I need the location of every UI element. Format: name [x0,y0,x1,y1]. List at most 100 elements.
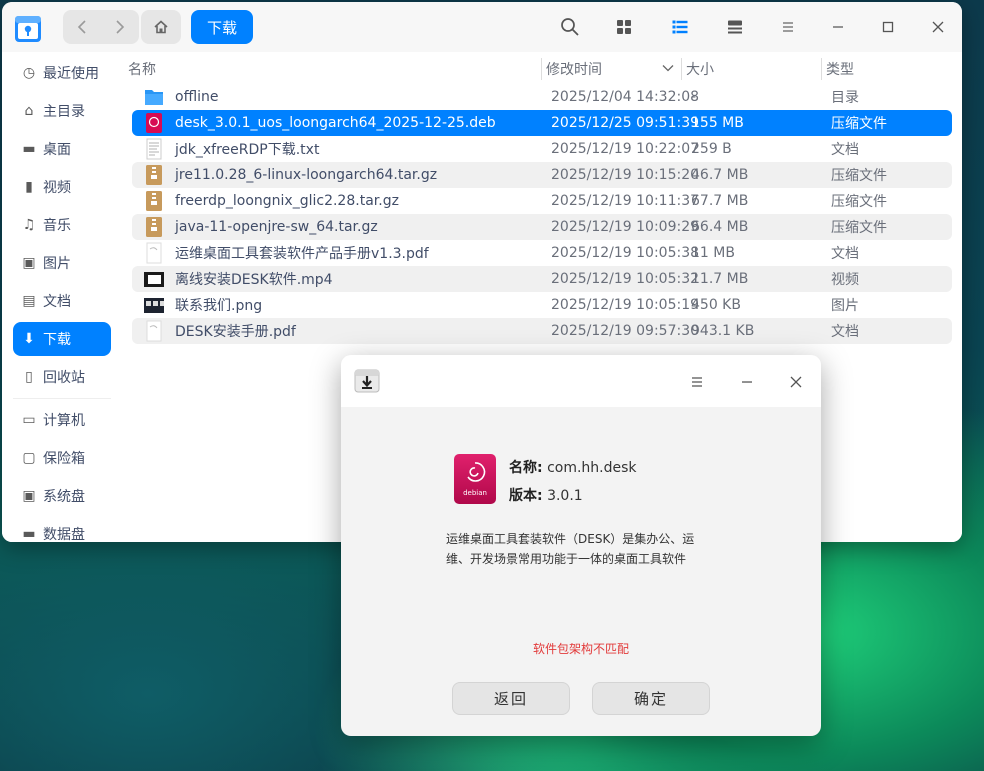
sidebar-item-label: 回收站 [43,370,85,386]
dialog-minimize-button[interactable] [733,369,761,395]
sidebar-item-music[interactable]: ♫ 音乐 [13,208,111,242]
back-button[interactable]: 返回 [452,682,570,715]
sidebar-item-data-disk[interactable]: ▬ 数据盘 [13,517,111,542]
sidebar-item-computer[interactable]: ▭ 计算机 [13,403,111,437]
file-name: 离线安装DESK软件.mp4 [175,272,333,288]
sidebar-item-home[interactable]: ⌂ 主目录 [13,94,111,128]
minimize-icon [742,381,752,383]
file-type: 视频 [831,272,859,288]
file-time: 2025/12/04 14:32:08 [551,89,700,105]
file-row[interactable]: DESK安装手册.pdf 2025/12/19 09:57:30 943.1 K… [132,318,952,344]
pdf-icon [146,320,162,342]
file-row[interactable]: 离线安装DESK软件.mp4 2025/12/19 10:05:32 11.7 … [132,266,952,292]
file-row[interactable]: jre11.0.28_6-linux-loongarch64.tar.gz 20… [132,162,952,188]
forward-button[interactable] [101,10,139,44]
file-size: 450 KB [691,297,741,313]
dialog-close-button[interactable] [782,369,810,395]
file-name: DESK安装手册.pdf [175,324,296,340]
file-name: jre11.0.28_6-linux-loongarch64.tar.gz [175,167,438,183]
file-time: 2025/12/25 09:51:39 [551,115,700,131]
close-icon [790,376,802,388]
file-size: 46.7 MB [691,167,749,183]
file-row[interactable]: jdk_xfreeRDP下载.txt 2025/12/19 10:22:07 2… [132,136,952,162]
image-thumb-icon [144,298,164,313]
icon-view-button[interactable] [610,13,638,41]
list-view-button[interactable] [666,13,694,41]
sidebar-item-videos[interactable]: ▮ 视频 [13,170,111,204]
archive-icon [146,217,162,237]
file-size: 155 MB [691,115,744,131]
text-file-icon [146,138,162,160]
sidebar-item-trash[interactable]: ▯ 回收站 [13,360,111,394]
column-header-name[interactable]: 名称 [128,56,156,82]
sidebar-item-label: 文档 [43,294,71,310]
file-time: 2025/12/19 10:09:29 [551,219,700,235]
close-button[interactable] [924,13,952,41]
details-view-icon [728,20,742,34]
breadcrumb-current[interactable]: 下载 [191,10,253,44]
package-version-label: 版本: [509,488,543,504]
file-row[interactable]: offline 2025/12/04 14:32:08 - 目录 [132,84,952,110]
sidebar-item-documents[interactable]: ▤ 文档 [13,284,111,318]
disk-icon: ▣ [22,488,36,504]
sort-chevron-down-icon[interactable] [662,64,674,72]
sidebar-item-label: 计算机 [43,413,85,429]
chevron-right-icon [116,20,125,34]
file-row[interactable]: 联系我们.png 2025/12/19 10:05:19 450 KB 图片 [132,292,952,318]
main-menu-button[interactable] [774,13,802,41]
file-time: 2025/12/19 10:11:37 [551,193,700,209]
column-header-size[interactable]: 大小 [686,56,714,82]
clock-icon: ◷ [22,65,36,81]
search-button[interactable] [556,13,584,41]
sidebar-divider [13,398,111,399]
file-name: 运维桌面工具套装软件产品手册v1.3.pdf [175,246,429,262]
file-type: 压缩文件 [831,168,887,184]
maximize-icon [882,21,894,33]
maximize-button[interactable] [874,13,902,41]
debian-package-icon [454,454,496,504]
sidebar-item-label: 主目录 [43,104,85,120]
history-nav [63,10,139,44]
back-button[interactable] [63,10,101,44]
file-type: 压缩文件 [831,116,887,132]
file-type: 图片 [831,298,859,314]
document-icon: ▤ [22,293,36,309]
trash-icon: ▯ [25,369,33,385]
sidebar-item-system-disk[interactable]: ▣ 系统盘 [13,479,111,513]
sidebar-item-vault[interactable]: ▢ 保险箱 [13,441,111,475]
sidebar-item-recent[interactable]: ◷ 最近使用 [13,56,111,90]
column-divider[interactable] [541,58,542,80]
details-panel-button[interactable] [721,13,749,41]
column-header-type[interactable]: 类型 [826,56,854,82]
sidebar-item-downloads[interactable]: ⬇ 下载 [13,322,111,356]
minimize-icon [833,26,843,28]
file-size: 259 B [691,141,732,157]
file-type: 压缩文件 [831,220,887,236]
home-breadcrumb-button[interactable] [141,10,181,44]
sidebar-item-desktop[interactable]: ▬ 桌面 [13,132,111,166]
disk-icon: ▬ [22,526,36,542]
search-icon [561,18,579,36]
desktop-icon: ▬ [22,141,36,157]
minimize-button[interactable] [824,13,852,41]
file-row[interactable]: 运维桌面工具套装软件产品手册v1.3.pdf 2025/12/19 10:05:… [132,240,952,266]
file-name: jdk_xfreeRDP下载.txt [175,142,320,158]
sidebar-item-label: 音乐 [43,218,71,234]
dialog-titlebar [341,355,821,407]
file-type: 文档 [831,324,859,340]
file-row[interactable]: java-11-openjre-sw_64.tar.gz 2025/12/19 … [132,214,952,240]
file-row-selected[interactable]: desk_3.0.1_uos_loongarch64_2025-12-25.de… [132,110,952,136]
column-divider[interactable] [821,58,822,80]
confirm-button[interactable]: 确定 [592,682,710,715]
file-row[interactable]: freerdp_loongnix_glic2.28.tar.gz 2025/12… [132,188,952,214]
sidebar-item-pictures[interactable]: ▣ 图片 [13,246,111,280]
file-name: java-11-openjre-sw_64.tar.gz [175,219,378,235]
package-name-label: 名称: [509,460,543,476]
file-manager-logo-icon[interactable] [14,13,42,43]
file-type: 文档 [831,246,859,262]
column-divider[interactable] [681,58,682,80]
pdf-icon [146,242,162,264]
dialog-menu-button[interactable] [683,369,711,395]
column-header-modified[interactable]: 修改时间 [546,56,602,82]
file-time: 2025/12/19 09:57:30 [551,323,700,339]
